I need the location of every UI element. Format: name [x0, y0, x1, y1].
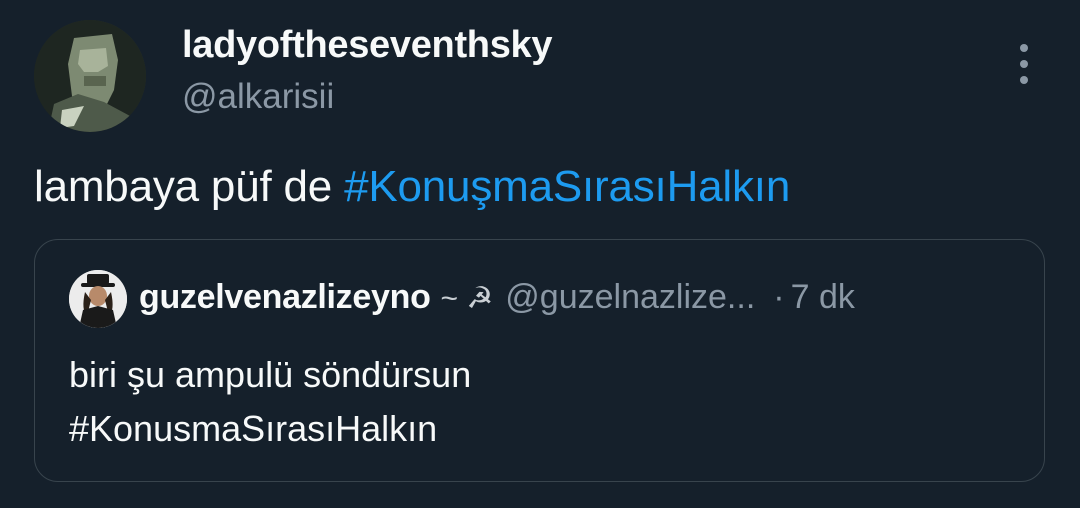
more-vertical-icon-dot: [1020, 60, 1028, 68]
quoted-author-handle[interactable]: @guzelnazlize...: [505, 278, 755, 317]
author-avatar[interactable]: [34, 20, 146, 132]
quoted-author-avatar-image: [69, 270, 127, 328]
tweet-hashtag-link[interactable]: #KonuşmaSırasıHalkın: [344, 162, 790, 211]
author-handle[interactable]: @alkarisii: [182, 77, 334, 117]
tweet-body: lambaya püf de: [34, 162, 345, 211]
quoted-tweet-header: guzelvenazlizeyno ~ ☭ @guzelnazlize... ·…: [139, 278, 855, 317]
tweet-text: lambaya püf de #KonuşmaSırasıHalkın: [34, 162, 790, 212]
quoted-tweet-text-line: biri şu ampulü söndürsun: [69, 354, 472, 395]
author-avatar-image: [34, 20, 146, 132]
more-options-button[interactable]: [1004, 40, 1044, 88]
quoted-tweet-card[interactable]: guzelvenazlizeyno ~ ☭ @guzelnazlize... ·…: [34, 239, 1045, 482]
quoted-tweet-timestamp[interactable]: 7 dk: [791, 278, 855, 317]
more-vertical-icon-dot: [1020, 76, 1028, 84]
more-vertical-icon: [1020, 44, 1028, 52]
quoted-tweet-hashtag: #KonusmaSırasıHalkın: [69, 408, 438, 449]
header-separator: ·: [773, 278, 785, 316]
quoted-author-avatar[interactable]: [69, 270, 127, 328]
hammer-sickle-icon: ~ ☭: [440, 282, 494, 315]
quoted-tweet-text: biri şu ampulü söndürsun #KonusmaSırasıH…: [69, 348, 471, 456]
quoted-author-display-name[interactable]: guzelvenazlizeyno: [139, 278, 431, 317]
author-display-name[interactable]: ladyoftheseventhsky: [182, 24, 553, 67]
